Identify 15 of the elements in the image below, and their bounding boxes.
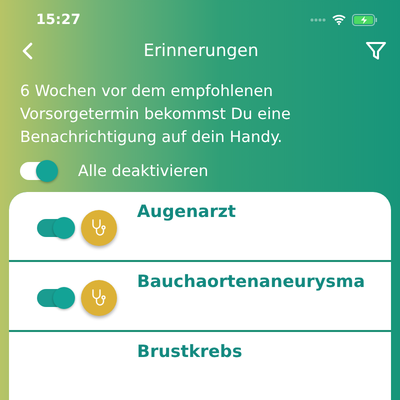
stethoscope-icon [81, 280, 117, 316]
toggle-label: Alle deaktivieren [78, 162, 208, 180]
wifi-icon [332, 14, 346, 26]
toggle-switch[interactable] [37, 289, 73, 307]
stethoscope-icon [81, 210, 117, 246]
status-time: 15:27 [36, 12, 81, 28]
battery-icon [352, 14, 378, 26]
reminder-name: Bauchaortenaneurysma [137, 272, 365, 292]
intro-text: 6 Wochen vor dem empfohlenen Vorsorgetermin bekommst Du eine Benachrichtigung auf dein Handy. [20, 80, 292, 148]
page-title: Erinnerungen [143, 40, 259, 61]
toggle-switch[interactable] [37, 219, 73, 237]
reminder-name: Augenarzt [137, 202, 236, 222]
reminder-name: Brustkrebs [137, 342, 242, 362]
signal-icon [310, 18, 326, 22]
toggle-switch[interactable] [20, 162, 56, 180]
